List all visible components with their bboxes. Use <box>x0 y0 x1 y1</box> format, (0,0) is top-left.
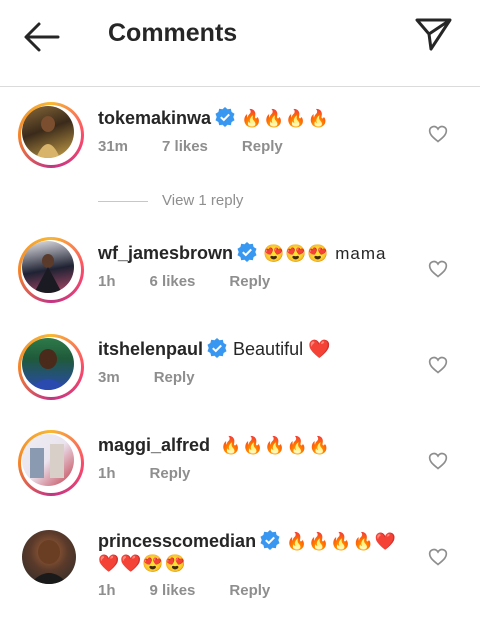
reply-button[interactable]: Reply <box>229 273 270 290</box>
avatar[interactable] <box>18 102 84 168</box>
comment-text-continued: ❤️❤️😍😍 <box>98 554 187 573</box>
heart-icon[interactable] <box>428 451 448 471</box>
comment-line: maggi_alfred 🔥🔥🔥🔥🔥 <box>98 433 331 458</box>
reply-button[interactable]: Reply <box>154 369 195 386</box>
view-replies-label[interactable]: View 1 reply <box>162 192 243 209</box>
reply-button[interactable]: Reply <box>150 465 191 482</box>
comment-line: tokemakinwa 🔥🔥🔥🔥 <box>98 106 330 131</box>
page-title: Comments <box>108 19 238 47</box>
comment-meta: 1h 9 likes Reply <box>98 582 304 599</box>
comment-text: 🔥🔥🔥🔥❤️ <box>286 532 397 551</box>
timestamp: 1h <box>98 465 116 482</box>
comment-text: Beautiful ❤️ <box>233 339 331 359</box>
username[interactable]: princesscomedian <box>98 531 256 551</box>
comment-text: 🔥🔥🔥🔥 <box>241 109 330 128</box>
avatar[interactable] <box>18 237 84 303</box>
comment-meta: 31m 7 likes Reply <box>98 138 317 155</box>
avatar[interactable] <box>18 430 84 496</box>
comment-line: itshelenpaul Beautiful ❤️ <box>98 337 331 361</box>
username[interactable]: maggi_alfred <box>98 435 210 455</box>
avatar[interactable] <box>18 526 84 592</box>
comment-line: princesscomedian 🔥🔥🔥🔥❤️ <box>98 529 397 554</box>
like-count[interactable]: 7 likes <box>162 138 208 155</box>
timestamp: 31m <box>98 138 129 155</box>
username[interactable]: tokemakinwa <box>98 108 211 128</box>
heart-icon[interactable] <box>428 124 448 144</box>
timestamp: 1h <box>98 582 116 599</box>
comment-meta: 1h 6 likes Reply <box>98 273 304 290</box>
username[interactable]: itshelenpaul <box>98 339 203 359</box>
username[interactable]: wf_jamesbrown <box>98 243 233 263</box>
verified-badge-icon <box>260 530 280 550</box>
timestamp: 1h <box>98 273 116 290</box>
heart-icon[interactable] <box>428 259 448 279</box>
paper-plane-icon[interactable] <box>412 14 454 54</box>
comment-meta: 3m Reply <box>98 369 229 386</box>
reply-button[interactable]: Reply <box>229 582 270 599</box>
avatar[interactable] <box>18 334 84 400</box>
like-count[interactable]: 6 likes <box>150 273 196 290</box>
reply-button[interactable]: Reply <box>242 138 283 155</box>
arrow-left-icon[interactable] <box>22 20 62 54</box>
comment-line: wf_jamesbrown 😍😍😍 mama <box>98 241 387 266</box>
reply-divider <box>98 201 148 202</box>
verified-badge-icon <box>207 338 227 358</box>
verified-badge-icon <box>237 242 257 262</box>
top-bar: Comments <box>0 0 480 87</box>
comment-text: 🔥🔥🔥🔥🔥 <box>220 436 331 455</box>
timestamp: 3m <box>98 369 120 386</box>
comment-meta: 1h Reply <box>98 465 224 482</box>
comment-text: 😍😍😍 mama <box>263 244 387 263</box>
verified-badge-icon <box>215 107 235 127</box>
heart-icon[interactable] <box>428 547 448 567</box>
like-count[interactable]: 9 likes <box>150 582 196 599</box>
heart-icon[interactable] <box>428 355 448 375</box>
